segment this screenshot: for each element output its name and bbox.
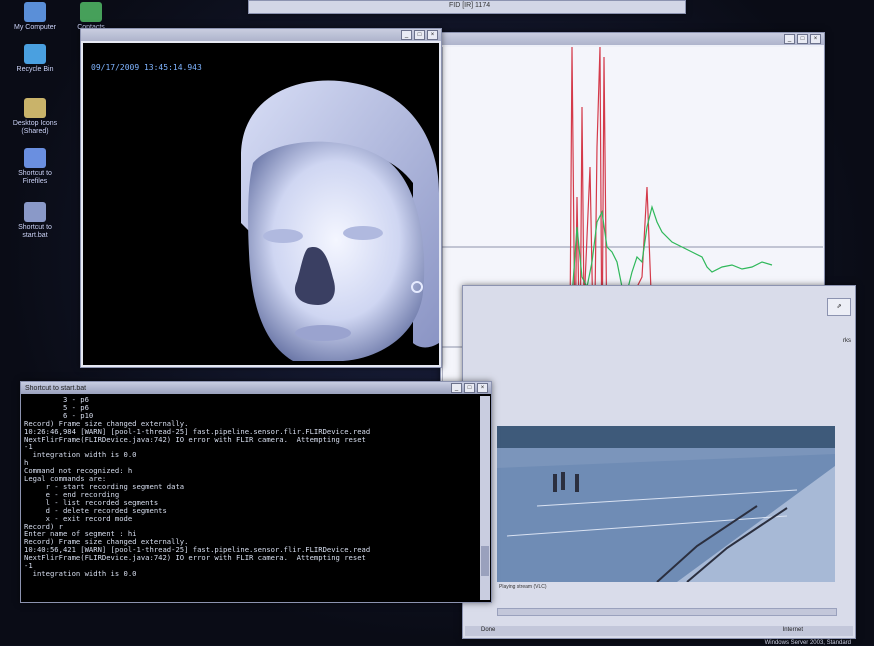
- minimize-button[interactable]: _: [451, 383, 462, 393]
- recycle-bin-icon: [24, 44, 46, 64]
- console-titlebar[interactable]: Shortcut to start.bat _ □ ×: [21, 382, 491, 394]
- status-bar: Done Internet: [465, 626, 853, 636]
- feed-caption: Playing stream (VLC): [499, 584, 547, 590]
- console-scrollbar[interactable]: [480, 396, 490, 600]
- horizontal-scrollbar[interactable]: [497, 608, 837, 616]
- desktop-icon-label: Recycle Bin: [16, 66, 54, 73]
- side-toolbar-button[interactable]: ⇗: [827, 298, 851, 316]
- person: [561, 472, 565, 490]
- console-output[interactable]: 3 - p6 5 - p6 6 - p10 Record) Frame size…: [24, 396, 477, 600]
- desktop-icon-start-bat[interactable]: Shortcut to start.bat: [6, 202, 64, 240]
- console-line: integration width is 0.0: [32, 450, 137, 460]
- maximize-button[interactable]: □: [797, 34, 808, 44]
- scrollbar-thumb[interactable]: [481, 546, 489, 576]
- folder-icon: [24, 98, 46, 118]
- mouth-shape: [295, 325, 351, 341]
- console-window[interactable]: Shortcut to start.bat _ □ × 3 - p6 5 - p…: [20, 381, 492, 603]
- person: [553, 474, 557, 492]
- left-eye: [263, 229, 303, 243]
- maximize-button[interactable]: □: [464, 383, 475, 393]
- right-eye: [343, 226, 383, 240]
- console-line: NextFlirFrame(FLIRDevice.java:742) IO er…: [24, 434, 366, 444]
- close-button[interactable]: ×: [810, 34, 821, 44]
- console-line: NextFlirFrame(FLIRDevice.java:742) IO er…: [24, 553, 366, 563]
- top-window-title: FID [IR] 1174: [449, 2, 491, 9]
- desktop-icon-recycle-bin[interactable]: Recycle Bin: [6, 44, 64, 74]
- console-line: integration width is 0.0: [32, 568, 137, 578]
- thermal-titlebar[interactable]: _ □ ×: [81, 29, 441, 41]
- contacts-icon: [80, 2, 102, 22]
- camera-window[interactable]: ⇗ rks Playing stream (VLC) Done Internet…: [462, 285, 856, 646]
- computer-icon: [24, 2, 46, 22]
- camera-scene-svg: [497, 426, 835, 582]
- status-right: Internet: [782, 627, 803, 633]
- close-button[interactable]: ×: [427, 30, 438, 40]
- console-title: Shortcut to start.bat: [25, 384, 87, 392]
- trees: [497, 426, 835, 448]
- desktop-icon-shared[interactable]: Desktop Icons (Shared): [6, 98, 64, 136]
- side-label: rks: [843, 338, 851, 344]
- batch-file-icon: [24, 202, 46, 222]
- desktop-icon-label: Desktop Icons (Shared): [12, 120, 58, 135]
- thermal-camera-window[interactable]: _ □ × 09/17/2009 13:45:14.943: [80, 28, 442, 368]
- desktop-icon-label: Shortcut to Firefiles: [18, 170, 52, 185]
- os-label: Windows Server 2003, Standard: [764, 640, 851, 646]
- minimize-button[interactable]: _: [401, 30, 412, 40]
- thermal-face-svg: [241, 80, 439, 361]
- desktop-icon-label: My Computer: [13, 24, 56, 31]
- top-window[interactable]: FID [IR] 1174: [248, 0, 686, 14]
- shortcut-icon: [24, 148, 46, 168]
- person: [575, 474, 579, 492]
- desktop-icon-my-computer[interactable]: My Computer: [6, 2, 64, 32]
- maximize-button[interactable]: □: [414, 30, 425, 40]
- desktop-icon-label: Shortcut to start.bat: [18, 224, 52, 239]
- minimize-button[interactable]: _: [784, 34, 795, 44]
- thermal-timestamp: 09/17/2009 13:45:14.943: [91, 63, 202, 72]
- graph-titlebar[interactable]: _ □ ×: [441, 33, 824, 45]
- desktop-icon-firefiles[interactable]: Shortcut to Firefiles: [6, 148, 64, 186]
- status-left: Done: [481, 627, 496, 633]
- thermal-image: 09/17/2009 13:45:14.943: [83, 43, 439, 365]
- close-button[interactable]: ×: [477, 383, 488, 393]
- camera-feed: [497, 426, 835, 582]
